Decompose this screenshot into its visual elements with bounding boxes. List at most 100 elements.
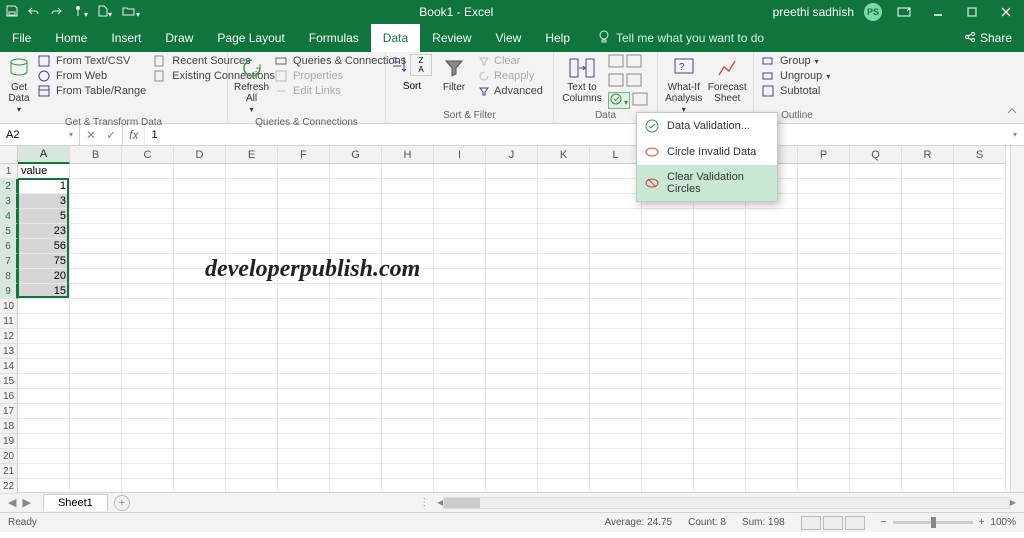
cell-G4[interactable] — [330, 209, 382, 224]
cell-K17[interactable] — [538, 404, 590, 419]
text-to-columns-button[interactable]: Text to Columns — [560, 54, 604, 106]
cell-H17[interactable] — [382, 404, 434, 419]
cell-Q17[interactable] — [850, 404, 902, 419]
cell-J14[interactable] — [486, 359, 538, 374]
cell-Q21[interactable] — [850, 464, 902, 479]
cell-I16[interactable] — [434, 389, 486, 404]
cell-M15[interactable] — [642, 374, 694, 389]
row-header-2[interactable]: 2 — [0, 179, 18, 194]
cell-R22[interactable] — [902, 479, 954, 492]
open-icon[interactable]: ▾ — [122, 5, 140, 20]
manage-data-model-icon[interactable] — [632, 92, 648, 109]
column-header-J[interactable]: J — [486, 146, 538, 164]
cell-L22[interactable] — [590, 479, 642, 492]
cell-D12[interactable] — [174, 329, 226, 344]
tab-draw[interactable]: Draw — [153, 24, 205, 52]
cell-N22[interactable] — [694, 479, 746, 492]
cell-A14[interactable] — [18, 359, 70, 374]
cell-K18[interactable] — [538, 419, 590, 434]
cell-A20[interactable] — [18, 449, 70, 464]
cell-G6[interactable] — [330, 239, 382, 254]
cell-A5[interactable]: 23 — [18, 224, 70, 239]
data-validation-split-icon[interactable]: ▾ — [608, 92, 630, 109]
row-header-13[interactable]: 13 — [0, 344, 18, 359]
cell-I3[interactable] — [434, 194, 486, 209]
cell-L20[interactable] — [590, 449, 642, 464]
cell-S3[interactable] — [954, 194, 1006, 209]
cell-P21[interactable] — [798, 464, 850, 479]
cell-Q19[interactable] — [850, 434, 902, 449]
cell-J12[interactable] — [486, 329, 538, 344]
view-page-break-icon[interactable] — [845, 516, 865, 530]
cell-A1[interactable]: value — [18, 164, 70, 179]
cell-I9[interactable] — [434, 284, 486, 299]
cell-P22[interactable] — [798, 479, 850, 492]
cell-Q10[interactable] — [850, 299, 902, 314]
cell-J10[interactable] — [486, 299, 538, 314]
what-if-button[interactable]: ? What-If Analysis ▾ — [664, 54, 704, 117]
cell-K19[interactable] — [538, 434, 590, 449]
cell-B10[interactable] — [70, 299, 122, 314]
sort-asc-icon[interactable] — [392, 54, 408, 79]
from-text-csv-button[interactable]: From Text/CSV — [36, 54, 148, 68]
cell-M5[interactable] — [642, 224, 694, 239]
cell-D16[interactable] — [174, 389, 226, 404]
cell-O6[interactable] — [746, 239, 798, 254]
horizontal-scrollbar[interactable]: ◀ ▶ — [437, 497, 1016, 509]
cell-F17[interactable] — [278, 404, 330, 419]
cell-L8[interactable] — [590, 269, 642, 284]
close-icon[interactable] — [994, 2, 1018, 22]
cell-M13[interactable] — [642, 344, 694, 359]
select-all-corner[interactable] — [0, 146, 18, 164]
cell-J7[interactable] — [486, 254, 538, 269]
new-file-icon[interactable]: ▾ — [98, 5, 112, 20]
cell-L13[interactable] — [590, 344, 642, 359]
cell-D20[interactable] — [174, 449, 226, 464]
cell-D9[interactable] — [174, 284, 226, 299]
cell-D17[interactable] — [174, 404, 226, 419]
cell-J15[interactable] — [486, 374, 538, 389]
cell-O10[interactable] — [746, 299, 798, 314]
cell-K21[interactable] — [538, 464, 590, 479]
cell-K14[interactable] — [538, 359, 590, 374]
cell-N8[interactable] — [694, 269, 746, 284]
cell-O5[interactable] — [746, 224, 798, 239]
cell-S11[interactable] — [954, 314, 1006, 329]
row-header-6[interactable]: 6 — [0, 239, 18, 254]
cell-B1[interactable] — [70, 164, 122, 179]
sort-button[interactable]: Sort — [392, 81, 432, 92]
cell-I7[interactable] — [434, 254, 486, 269]
cell-H3[interactable] — [382, 194, 434, 209]
column-header-Q[interactable]: Q — [850, 146, 902, 164]
cell-R19[interactable] — [902, 434, 954, 449]
cell-I2[interactable] — [434, 179, 486, 194]
cell-A18[interactable] — [18, 419, 70, 434]
cell-A3[interactable]: 3 — [18, 194, 70, 209]
cell-K6[interactable] — [538, 239, 590, 254]
cell-F14[interactable] — [278, 359, 330, 374]
filter-button[interactable]: Filter — [436, 54, 472, 95]
cell-A4[interactable]: 5 — [18, 209, 70, 224]
cell-J20[interactable] — [486, 449, 538, 464]
cell-J13[interactable] — [486, 344, 538, 359]
cell-N16[interactable] — [694, 389, 746, 404]
row-header-12[interactable]: 12 — [0, 329, 18, 344]
cell-N10[interactable] — [694, 299, 746, 314]
cell-N17[interactable] — [694, 404, 746, 419]
column-header-K[interactable]: K — [538, 146, 590, 164]
cell-F20[interactable] — [278, 449, 330, 464]
cell-K9[interactable] — [538, 284, 590, 299]
cell-L12[interactable] — [590, 329, 642, 344]
cell-M14[interactable] — [642, 359, 694, 374]
group-rows-button[interactable]: Group ▾ — [760, 54, 832, 68]
cell-P15[interactable] — [798, 374, 850, 389]
cell-P16[interactable] — [798, 389, 850, 404]
cell-O12[interactable] — [746, 329, 798, 344]
advanced-filter-button[interactable]: Advanced — [476, 84, 545, 98]
cell-E3[interactable] — [226, 194, 278, 209]
cell-S1[interactable] — [954, 164, 1006, 179]
cell-L14[interactable] — [590, 359, 642, 374]
cell-A11[interactable] — [18, 314, 70, 329]
column-header-P[interactable]: P — [798, 146, 850, 164]
cell-C9[interactable] — [122, 284, 174, 299]
